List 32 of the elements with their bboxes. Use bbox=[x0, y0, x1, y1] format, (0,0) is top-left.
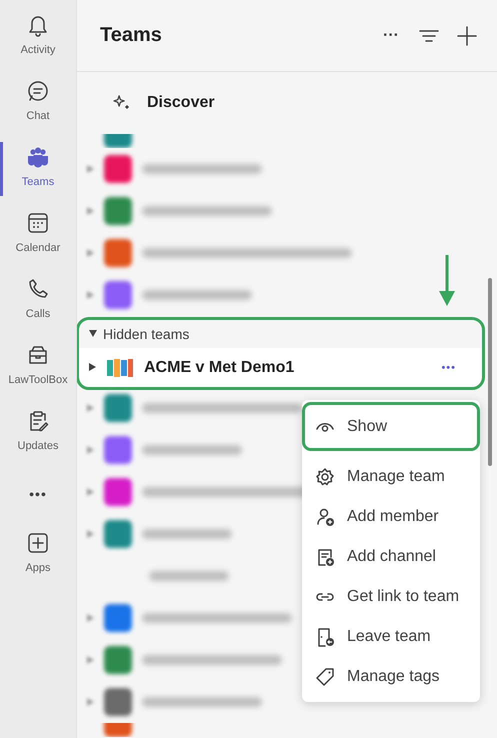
rail-item[interactable]: Teams bbox=[0, 136, 76, 202]
rail-item[interactable]: Activity bbox=[0, 4, 76, 70]
caret-icon[interactable] bbox=[89, 362, 96, 370]
caret-icon[interactable] bbox=[89, 330, 97, 337]
section-label[interactable]: Hidden teams bbox=[103, 326, 190, 342]
menu-item[interactable]: Add channel bbox=[302, 537, 480, 577]
link-icon bbox=[315, 592, 335, 602]
rail-item[interactable]: LawToolBox bbox=[0, 334, 76, 400]
gear-icon bbox=[315, 467, 335, 487]
menu-item[interactable]: Leave team bbox=[302, 617, 480, 657]
rail-item[interactable]: Chat bbox=[0, 70, 76, 136]
menu-item[interactable]: Add member bbox=[302, 497, 480, 537]
panel-title: Teams bbox=[100, 24, 163, 47]
discover-item[interactable]: Discover bbox=[77, 72, 497, 134]
rail-item[interactable]: Updates bbox=[0, 400, 76, 466]
more-options-button[interactable]: ••• bbox=[441, 362, 456, 374]
person-add-icon bbox=[315, 507, 335, 527]
tag-icon bbox=[315, 667, 335, 687]
menu-item[interactable]: Show bbox=[302, 402, 480, 451]
menu-item[interactable]: Manage tags bbox=[302, 657, 480, 697]
sparkle-icon bbox=[113, 94, 131, 112]
team-item[interactable]: ACME v Met Demo1 ••• bbox=[79, 348, 482, 387]
scrollbar[interactable] bbox=[488, 278, 492, 466]
menu-item[interactable]: Manage team bbox=[302, 457, 480, 497]
more-options-button[interactable]: ··· bbox=[379, 24, 403, 48]
rail-item[interactable]: Calls bbox=[0, 268, 76, 334]
rail-item[interactable]: ••• bbox=[0, 466, 76, 522]
add-icon[interactable] bbox=[455, 24, 479, 48]
eye-icon bbox=[315, 422, 335, 432]
menu-item[interactable]: Get link to team bbox=[302, 577, 480, 617]
rail-item[interactable]: Apps bbox=[0, 522, 76, 588]
rail-item[interactable]: Calendar bbox=[0, 202, 76, 268]
